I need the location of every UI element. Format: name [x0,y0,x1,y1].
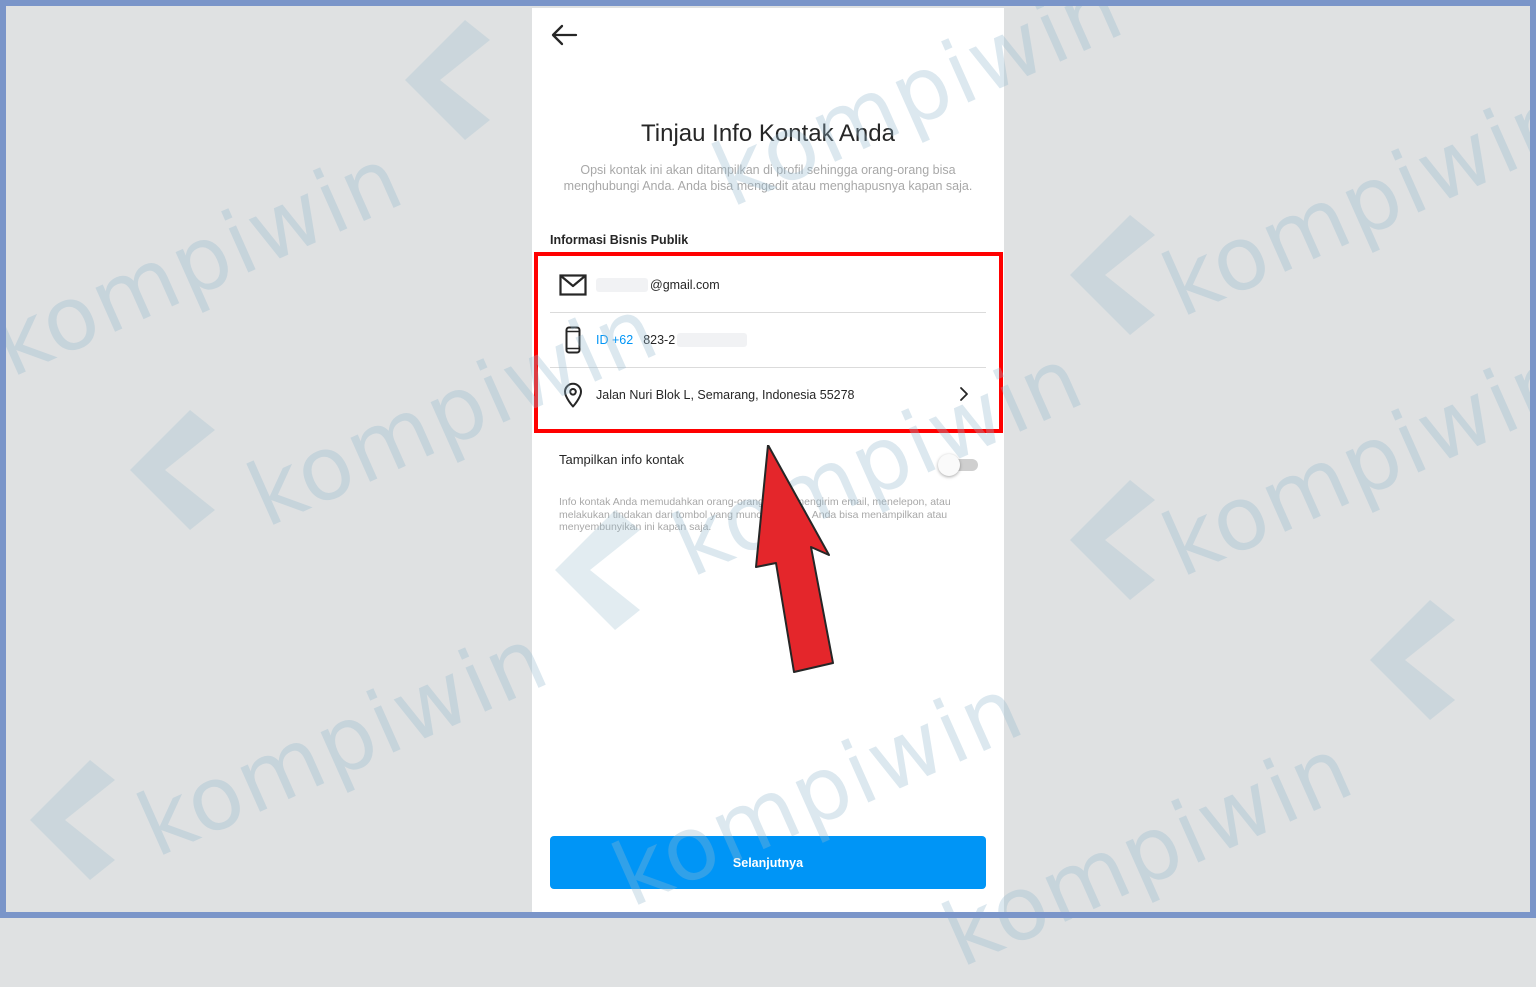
phone-row[interactable]: ID +62 823-2 [550,313,986,368]
watermark: kompiwin [122,605,563,878]
watermark-logo-icon [1060,480,1170,605]
watermark: kompiwin [1147,325,1536,598]
location-pin-icon [550,382,596,408]
next-button[interactable]: Selanjutnya [550,836,986,889]
toggle-knob [938,454,960,476]
watermark: kompiwin [0,125,418,398]
redacted-email-prefix [596,278,648,292]
chevron-right-icon [958,386,970,402]
help-text: Info kontak Anda memudahkan orang-orang … [559,496,951,533]
back-arrow-icon[interactable] [548,20,582,50]
watermark: kompiwin [1147,65,1536,338]
watermark-logo-icon [1360,600,1470,725]
phone-value: 823-2 [643,333,676,347]
watermark-logo-icon [120,410,230,535]
email-value: @gmail.com [650,278,720,292]
watermark-logo-icon [395,20,505,145]
watermark-logo-icon [20,760,130,885]
show-contact-toggle[interactable] [938,454,980,476]
email-row[interactable]: @gmail.com [550,258,986,313]
watermark-logo-icon [1060,215,1170,340]
address-value: Jalan Nuri Blok L, Semarang, Indonesia 5… [596,388,855,402]
page-subtitle: Opsi kontak ini akan ditampilkan di prof… [563,163,973,193]
section-label: Informasi Bisnis Publik [550,233,689,247]
country-code[interactable]: ID +62 [596,333,633,347]
redacted-phone-suffix [677,333,748,347]
mail-icon [550,274,596,296]
toggle-label: Tampilkan info kontak [559,452,685,467]
phone-screen: Tinjau Info Kontak Anda Opsi kontak ini … [532,8,1004,912]
phone-icon [550,326,596,354]
page-title: Tinjau Info Kontak Anda [641,120,895,147]
address-row[interactable]: Jalan Nuri Blok L, Semarang, Indonesia 5… [550,368,986,422]
